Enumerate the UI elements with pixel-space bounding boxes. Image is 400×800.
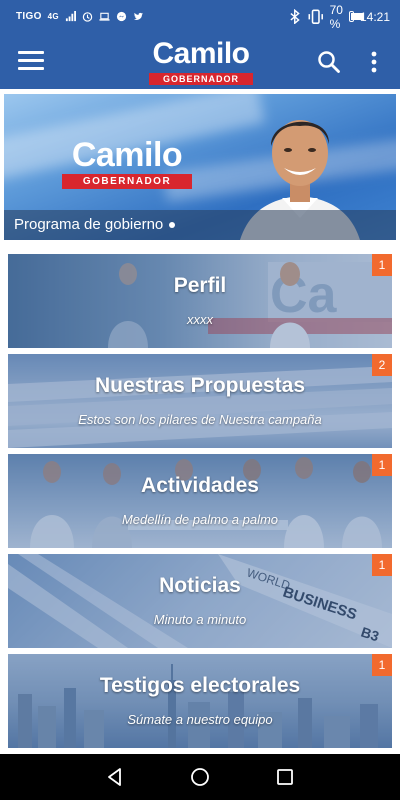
card-title: Noticias xyxy=(159,574,241,597)
vibrate-icon xyxy=(308,9,324,24)
hero-banner[interactable]: Camilo GOBERNADOR Programa de gobierno xyxy=(4,94,396,240)
card-actividades[interactable]: Actividades Medellín de palmo a palmo 1 xyxy=(8,454,392,548)
alarm-icon xyxy=(82,12,93,22)
notification-badge: 1 xyxy=(372,454,392,476)
hero-logo: Camilo GOBERNADOR xyxy=(52,138,202,189)
bluetooth-icon xyxy=(290,8,300,25)
hero-logo-tag: GOBERNADOR xyxy=(62,174,192,189)
card-subtitle: Súmate a nuestro equipo xyxy=(127,712,273,727)
messenger-icon xyxy=(116,11,127,22)
back-icon[interactable] xyxy=(104,766,126,788)
signal-icon xyxy=(65,11,76,22)
home-icon[interactable] xyxy=(189,766,211,788)
carrier-label: TIGO xyxy=(16,11,42,22)
app-screen: TIGO 4G 70 % 14:21 Camilo GOBERNADOR Cam… xyxy=(0,0,400,800)
recents-icon[interactable] xyxy=(274,766,296,788)
notification-badge: 1 xyxy=(372,254,392,276)
clock: 14:21 xyxy=(359,9,390,24)
laptop-icon xyxy=(99,12,110,21)
card-subtitle: Minuto a minuto xyxy=(153,612,247,627)
card-title: Perfil xyxy=(173,274,227,297)
search-icon[interactable] xyxy=(316,49,342,75)
notification-badge: 1 xyxy=(372,554,392,576)
more-vert-icon[interactable] xyxy=(364,49,384,75)
menu-icon[interactable] xyxy=(18,51,44,71)
notification-badge: 2 xyxy=(372,354,392,376)
hero-caption-text: Programa de gobierno xyxy=(14,216,164,233)
system-nav-bar xyxy=(0,754,400,800)
card-title: Nuestras Propuestas xyxy=(94,374,306,397)
network-label: 4G xyxy=(47,12,59,21)
status-bar: TIGO 4G 70 % 14:21 xyxy=(0,0,400,33)
card-perfil[interactable]: Ca Perfil xxxx 1 xyxy=(8,254,392,348)
card-nuestras-propuestas[interactable]: Nuestras Propuestas Estos son los pilare… xyxy=(8,354,392,448)
card-title: Testigos electorales xyxy=(99,674,301,697)
card-title: Actividades xyxy=(141,474,259,497)
app-bar: Camilo GOBERNADOR xyxy=(0,33,400,89)
card-noticias[interactable]: WORLD BUSINESS B3 Noticias Minuto a minu… xyxy=(8,554,392,648)
card-subtitle: Medellín de palmo a palmo xyxy=(121,512,279,527)
app-logo: Camilo GOBERNADOR xyxy=(140,37,262,85)
card-subtitle: Estos son los pilares de Nuestra campaña xyxy=(78,412,322,427)
battery-percent: 70 % xyxy=(329,2,343,31)
page-indicator-dot xyxy=(169,222,176,229)
logo-name: Camilo xyxy=(152,37,250,70)
hero-caption: Programa de gobierno xyxy=(4,210,396,240)
card-testigos-electorales[interactable]: Testigos electorales Súmate a nuestro eq… xyxy=(8,654,392,748)
hero-logo-name: Camilo xyxy=(71,136,183,174)
notification-badge: 1 xyxy=(372,654,392,676)
battery-icon xyxy=(348,11,363,22)
logo-tag: GOBERNADOR xyxy=(148,73,253,85)
twitter-icon xyxy=(133,12,144,20)
card-subtitle: xxxx xyxy=(187,312,213,327)
